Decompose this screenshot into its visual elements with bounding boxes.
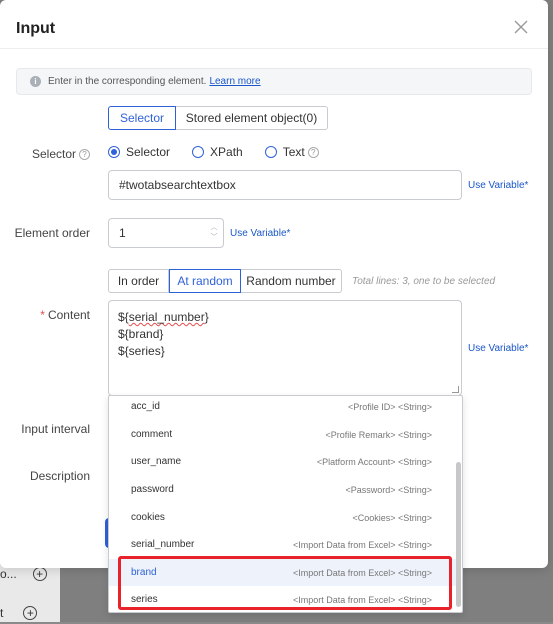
- dropdown-item[interactable]: comment <Profile Remark> <String>: [109, 421, 456, 448]
- selector-label: Selector?: [20, 147, 90, 161]
- selector-label-text: Selector: [31, 147, 76, 161]
- lines-hint: Total lines: 3, one to be selected: [352, 276, 496, 287]
- dropdown-item-type: <Password> <String>: [345, 484, 432, 495]
- content-line: ${serial_number}: [118, 310, 209, 324]
- dropdown-item-name: serial_number: [131, 539, 195, 550]
- info-icon: i: [30, 76, 41, 87]
- radio-text[interactable]: Text ?: [264, 145, 319, 159]
- help-icon[interactable]: ?: [307, 146, 319, 158]
- background-row-label: o...: [0, 567, 17, 581]
- info-bar: i Enter in the corresponding element. Le…: [16, 68, 532, 95]
- description-label: Description: [29, 469, 90, 483]
- close-icon[interactable]: [512, 18, 530, 36]
- radio-label: Selector: [126, 145, 171, 159]
- content-line-text: serial_number: [128, 310, 205, 324]
- use-variable-link[interactable]: Use Variable*: [468, 180, 528, 191]
- dropdown-item[interactable]: brand <Import Data from Excel> <String>: [109, 559, 456, 586]
- dropdown-item[interactable]: user_name <Platform Account> <String>: [109, 448, 456, 475]
- tab-at-random[interactable]: At random: [169, 269, 241, 293]
- selector-type-radios: Selector XPath Text ?: [108, 145, 341, 159]
- element-order-stepper[interactable]: 1 ︿ ﹀: [108, 218, 224, 248]
- background-row-label: t: [0, 606, 4, 620]
- resize-handle-icon[interactable]: [452, 386, 459, 393]
- variable-dropdown: acc_id <Profile ID> <String> comment <Pr…: [108, 395, 463, 613]
- use-variable-link[interactable]: Use Variable*: [230, 228, 290, 239]
- dropdown-scrollbar[interactable]: [456, 462, 461, 607]
- dropdown-item-type: <Cookies> <String>: [352, 512, 432, 523]
- stepper-arrows-icon[interactable]: ︿ ﹀: [209, 223, 219, 243]
- tab-selector[interactable]: Selector: [108, 106, 176, 130]
- dropdown-item-type: <Profile Remark> <String>: [325, 429, 432, 440]
- tab-in-order[interactable]: In order: [108, 269, 169, 293]
- title-divider: [0, 48, 548, 49]
- dropdown-item-type: <Import Data from Excel> <String>: [292, 567, 432, 578]
- radio-unchecked-icon: [264, 146, 277, 158]
- dropdown-item-name: comment: [131, 429, 173, 440]
- help-icon[interactable]: ?: [79, 149, 90, 161]
- content-line: ${brand}: [118, 327, 164, 341]
- input-interval-label: Input interval: [21, 422, 90, 436]
- info-text: Enter in the corresponding element.: [48, 76, 207, 87]
- tab-stored-element[interactable]: Stored element object(0): [176, 106, 328, 130]
- selector-input[interactable]: #twotabsearchtextbox: [108, 170, 462, 200]
- content-line: ${series}: [118, 344, 165, 358]
- dropdown-item[interactable]: acc_id <Profile ID> <String>: [109, 396, 456, 420]
- radio-label: Text: [282, 145, 305, 159]
- background-row: t +: [0, 602, 38, 624]
- element-order-label: Element order: [14, 226, 90, 240]
- element-order-value: 1: [119, 226, 126, 240]
- dropdown-item[interactable]: cookies <Cookies> <String>: [109, 504, 456, 531]
- add-icon[interactable]: +: [23, 606, 38, 620]
- dropdown-item-type: <Import Data from Excel> <String>: [292, 539, 432, 550]
- dropdown-item-name: brand: [131, 567, 157, 578]
- dropdown-item[interactable]: serial_number <Import Data from Excel> <…: [109, 531, 456, 558]
- dropdown-item[interactable]: series <Import Data from Excel> <String>: [109, 586, 456, 612]
- dropdown-item-type: <Profile ID> <String>: [347, 401, 432, 412]
- dialog-title: Input: [16, 20, 56, 37]
- dropdown-item-name: cookies: [131, 512, 165, 523]
- dropdown-item-type: <Import Data from Excel> <String>: [292, 594, 432, 605]
- add-icon[interactable]: +: [32, 567, 47, 581]
- radio-unchecked-icon: [192, 146, 205, 158]
- radio-label: XPath: [210, 145, 243, 159]
- dropdown-item-name: password: [131, 484, 174, 495]
- order-mode-tabs: In order At random Random number: [108, 269, 342, 293]
- selector-source-tabs: Selector Stored element object(0): [108, 106, 328, 130]
- dropdown-item-type: <Platform Account> <String>: [316, 456, 432, 467]
- selector-input-value: #twotabsearchtextbox: [119, 178, 236, 192]
- dropdown-item[interactable]: password <Password> <String>: [109, 476, 456, 503]
- dropdown-item-name: user_name: [131, 456, 182, 467]
- use-variable-link[interactable]: Use Variable*: [468, 343, 528, 354]
- content-label: * Content: [20, 308, 90, 322]
- learn-more-link[interactable]: Learn more: [209, 76, 260, 87]
- content-label-text: Content: [47, 308, 90, 322]
- radio-xpath[interactable]: XPath: [192, 145, 243, 159]
- content-textarea[interactable]: ${serial_number} ${brand} ${series}: [108, 300, 462, 396]
- dropdown-item-name: series: [131, 594, 158, 605]
- radio-selector[interactable]: Selector: [108, 145, 170, 159]
- dropdown-item-name: acc_id: [131, 401, 160, 412]
- required-marker: *: [40, 308, 45, 322]
- radio-checked-icon: [108, 146, 120, 158]
- tab-random-number[interactable]: Random number: [241, 269, 342, 293]
